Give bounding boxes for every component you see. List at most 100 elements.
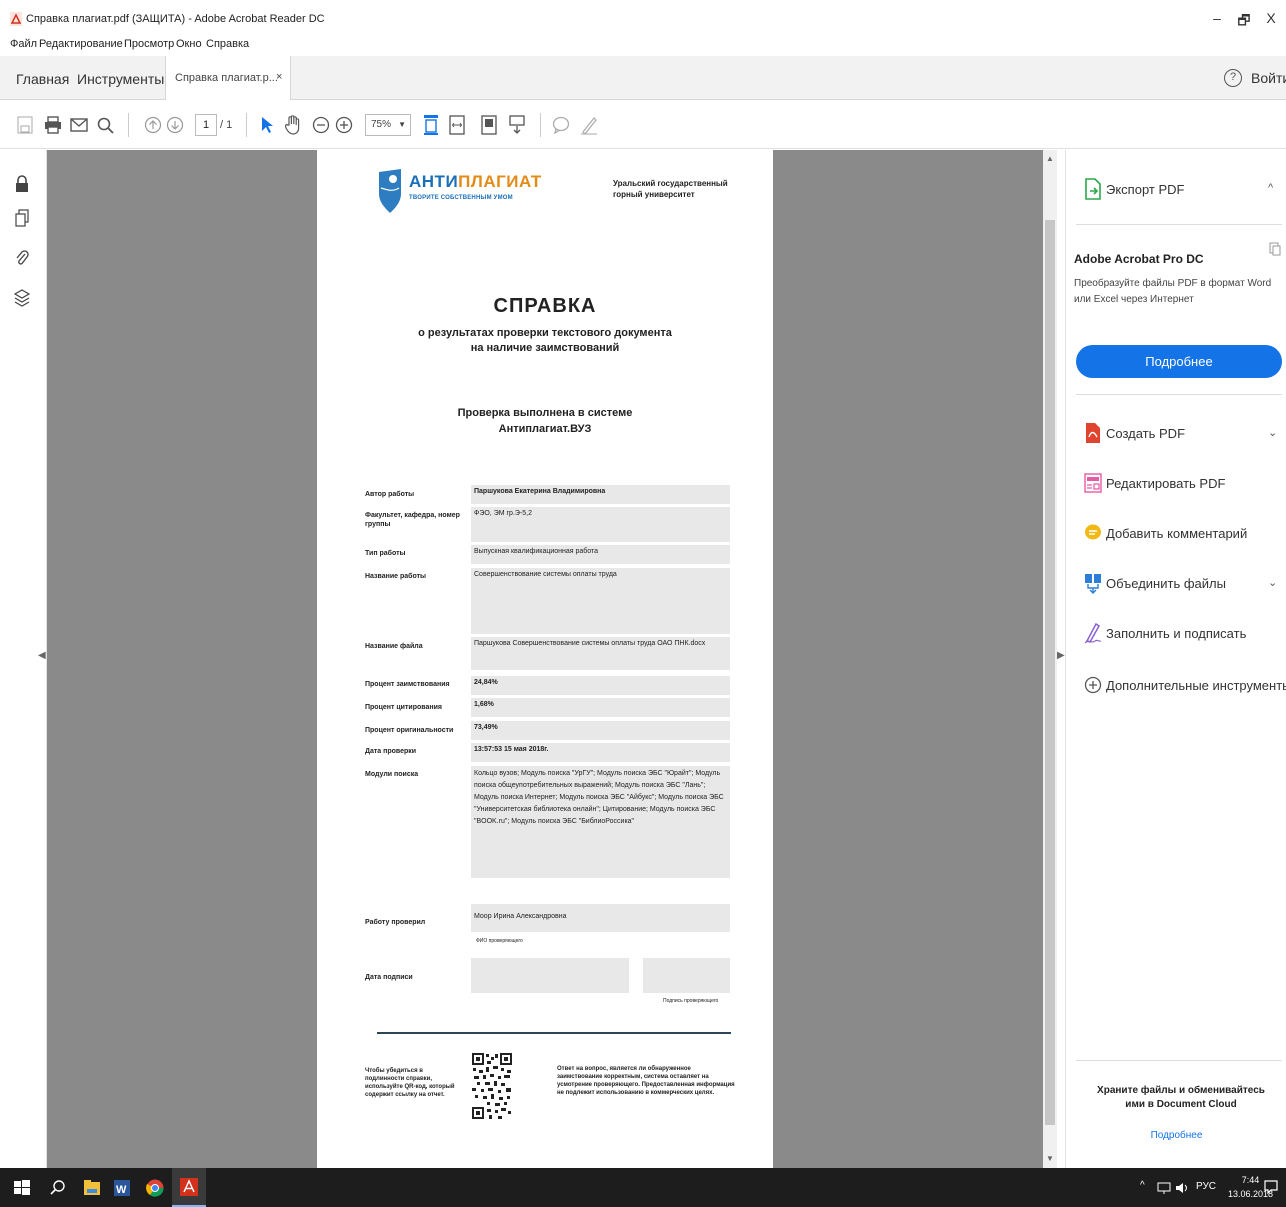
search-icon[interactable] [48,1178,68,1198]
comment-icon[interactable] [550,113,572,137]
menu-file[interactable]: Файл [10,38,37,50]
field-label: Процент оригинальности [365,727,454,734]
zoom-out-icon[interactable] [310,113,332,137]
taskbar-active-app[interactable] [172,1168,206,1207]
field-value: Выпускная квалификационная работа [471,545,730,564]
collapse-left-icon[interactable]: ◀ [38,650,46,661]
scroll-mode-icon[interactable] [506,113,528,137]
field-value: Совершенствование системы оплаты труда [471,568,730,634]
lock-icon[interactable] [11,172,33,196]
add-comment-item[interactable]: Добавить комментарий [1084,522,1284,546]
page-number-input[interactable]: 1 [195,114,217,136]
document-viewport[interactable]: АНТИПЛАГИАТ ТВОРИТЕ СОБСТВЕННЫМ УМОМ Ура… [47,150,1043,1168]
signature-box [643,958,730,993]
logo-part-1: АНТИ [409,172,459,191]
field-label: Дата проверки [365,748,417,755]
create-pdf-item[interactable]: Создать PDF ⌄ [1084,422,1284,446]
signin-link[interactable]: Войти [1251,70,1286,86]
document-heading: СПРАВКА [493,295,597,317]
scroll-thumb[interactable] [1045,220,1055,1125]
edit-pdf-item[interactable]: Редактировать PDF [1084,472,1284,496]
footer-disclaimer: Ответ на вопрос, является ли обнаруженно… [557,1066,735,1096]
next-page-icon[interactable] [164,113,186,137]
zoom-select[interactable]: 75% ▼ [365,114,411,136]
fill-sign-item[interactable]: Заполнить и подписать [1084,622,1284,646]
menu-window[interactable]: Окно [176,38,202,50]
menu-help[interactable]: Справка [206,38,249,50]
zoom-value: 75% [371,119,392,130]
tools-pane: Экспорт PDF ^ Adobe Acrobat Pro DC Преоб… [1065,150,1286,1168]
help-icon[interactable]: ? [1224,69,1242,87]
edit-pdf-icon [1084,473,1102,493]
add-comment-label: Добавить комментарий [1106,526,1248,541]
email-icon[interactable] [68,113,90,137]
print-icon[interactable] [42,113,64,137]
full-screen-icon[interactable] [478,113,500,137]
chevron-up-icon[interactable]: ^ [1268,182,1273,194]
close-button[interactable]: X [1259,10,1283,26]
minimize-button[interactable]: – [1205,10,1229,26]
combine-files-item[interactable]: Объединить файлы ⌄ [1084,572,1284,596]
more-tools-item[interactable]: Дополнительные инструменты [1084,674,1286,698]
attachment-icon[interactable] [11,246,33,270]
toolbar-divider [246,113,247,137]
save-icon[interactable] [14,113,36,137]
field-label: Процент заимствования [365,681,450,688]
show-hidden-icons-icon[interactable]: ^ [1140,1180,1145,1191]
create-pdf-icon [1086,423,1100,443]
notifications-icon[interactable] [1263,1179,1279,1195]
tab-close-icon[interactable]: × [276,71,282,83]
search-icon[interactable] [94,113,116,137]
comment-bubble-icon [1085,524,1101,540]
svg-text:W: W [116,1184,127,1196]
fit-page-icon[interactable] [420,113,442,137]
maximize-button[interactable]: 🗗 [1232,10,1256,34]
fit-width-icon[interactable] [446,113,468,137]
volume-icon[interactable] [1175,1181,1189,1195]
document-subheading-2: на наличие заимствований [470,342,620,354]
pages-icon[interactable] [11,206,33,230]
chrome-icon[interactable] [145,1178,165,1198]
field-value: 73,49% [471,721,730,740]
chevron-down-icon[interactable]: ⌄ [1268,426,1277,439]
footer-rule [377,1032,731,1034]
field-label: Процент цитирования [365,704,442,711]
field-label: Дата подписи [365,974,413,981]
menu-view[interactable]: Просмотр [124,38,174,50]
export-pdf-item[interactable]: Экспорт PDF ^ [1084,178,1284,202]
word-icon[interactable]: W [112,1178,132,1198]
keyboard-language[interactable]: РУС [1196,1181,1216,1192]
checker-note: ФИО проверяющего [476,938,523,944]
hand-tool-icon[interactable] [282,113,304,137]
zoom-in-icon[interactable] [333,113,355,137]
menu-edit[interactable]: Редактирование [39,38,123,50]
field-label: Модули поиска [365,771,419,778]
tab-document[interactable]: Справка плагиат.p... × [165,56,291,100]
scroll-down-icon[interactable]: ▼ [1046,1154,1054,1163]
layers-icon[interactable] [11,286,33,310]
title-bar: Справка плагиат.pdf (ЗАЩИТА) - Adobe Acr… [0,0,1286,34]
vertical-scrollbar[interactable]: ▲ ▼ [1043,150,1057,1168]
prev-page-icon[interactable] [142,113,164,137]
field-label: Автор работы [365,491,415,498]
more-info-button[interactable]: Подробнее [1076,345,1282,378]
network-icon[interactable] [1157,1181,1171,1195]
field-value: Моор Ирина Александровна [471,904,730,932]
chevron-down-icon[interactable]: ⌄ [1268,576,1277,589]
file-explorer-icon[interactable] [82,1178,102,1198]
collapse-right-icon[interactable]: ▶ [1057,650,1065,661]
windows-start-icon[interactable] [12,1178,32,1198]
tab-home[interactable]: Главная [16,71,69,87]
field-label: Название работы [365,573,426,580]
document-cloud-link[interactable]: Подробнее [1066,1130,1286,1141]
system-line-1: Проверка выполнена в системе [457,407,633,419]
field-value: 13:57:53 15 мая 2018г. [471,743,730,762]
select-cursor-icon[interactable] [256,113,278,137]
qr-code [471,1052,513,1120]
field-label: Название файла [365,643,423,650]
field-label: Работу проверил [365,919,426,926]
pen-icon[interactable] [578,113,600,137]
tab-bar: Главная Инструменты Справка плагиат.p...… [0,56,1286,100]
scroll-up-icon[interactable]: ▲ [1046,154,1054,163]
tab-tools[interactable]: Инструменты [77,71,164,87]
